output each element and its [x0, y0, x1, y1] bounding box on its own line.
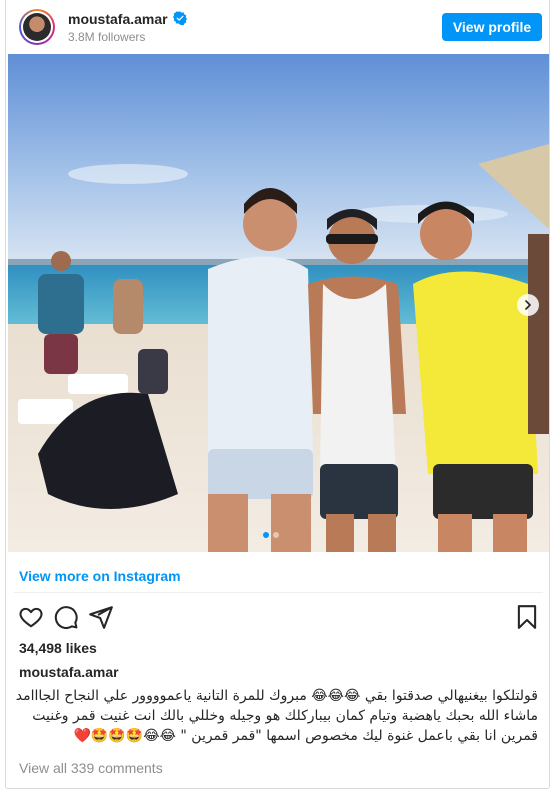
post-header: moustafa.amar 3.8M followers View profil…: [6, 0, 551, 54]
followers-count: 3.8M followers: [68, 30, 146, 44]
beach-photo-illustration: [8, 54, 549, 552]
carousel-next-button[interactable]: [517, 294, 539, 316]
verified-badge-icon: [173, 11, 187, 25]
likes-count[interactable]: 34,498 likes: [19, 640, 97, 656]
carousel-dot[interactable]: [263, 532, 269, 538]
action-bar: [6, 604, 551, 632]
chevron-right-icon: [525, 300, 531, 310]
avatar-ring: [21, 11, 53, 43]
instagram-embed-card: moustafa.amar 3.8M followers View profil…: [5, 0, 550, 789]
avatar-image: [23, 13, 51, 41]
heart-icon[interactable]: [18, 604, 44, 630]
view-more-link[interactable]: View more on Instagram: [19, 568, 181, 584]
comment-icon[interactable]: [53, 604, 79, 630]
share-icon[interactable]: [88, 604, 114, 630]
caption-username[interactable]: moustafa.amar: [19, 664, 119, 680]
avatar[interactable]: [19, 9, 55, 45]
carousel-dot[interactable]: [273, 532, 279, 538]
username[interactable]: moustafa.amar: [68, 11, 168, 27]
post-photo[interactable]: [8, 54, 549, 552]
view-profile-button[interactable]: View profile: [442, 13, 542, 41]
view-comments-link[interactable]: View all 339 comments: [19, 760, 163, 776]
bookmark-icon[interactable]: [514, 604, 540, 630]
post-caption: قولتلكوا بيغنيهالي صدقتوا بقي 😂😂😂 مبروك …: [15, 688, 538, 744]
carousel-dots: [263, 532, 279, 538]
divider: [14, 592, 543, 593]
